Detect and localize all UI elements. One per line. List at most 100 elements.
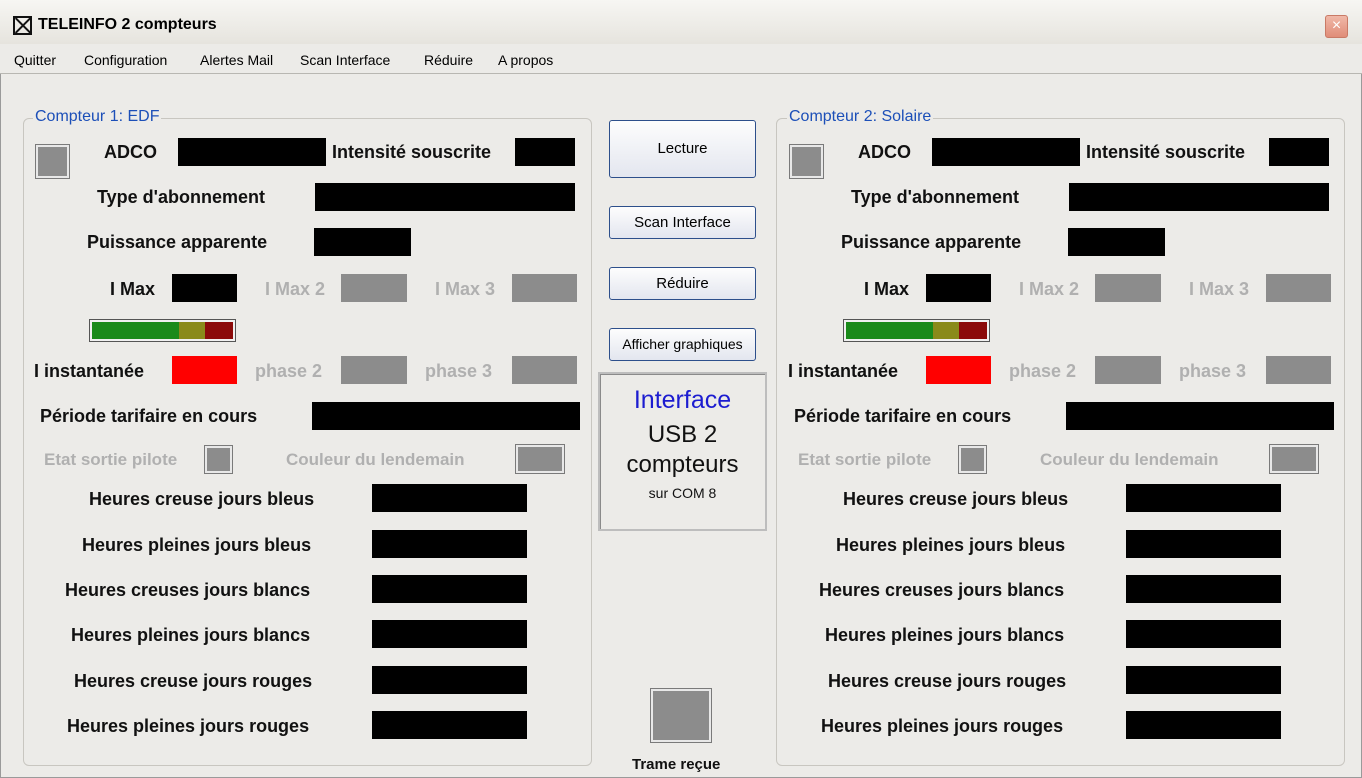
- compteur2-imax-value: [926, 274, 991, 302]
- compteur2-hp-blancs-label: Heures pleines jours blancs: [825, 625, 1065, 645]
- compteur2-hc-bleus-label: Heures creuse jours bleus: [843, 489, 1069, 509]
- compteur2-intensite-value: [1269, 138, 1329, 166]
- compteur2-periode-label: Période tarifaire en cours: [794, 406, 1012, 426]
- compteur2-type-abonnement-label: Type d'abonnement: [851, 187, 1019, 207]
- menu-item-alertes-mail[interactable]: Alertes Mail: [200, 52, 273, 68]
- menu-item-scan-interface[interactable]: Scan Interface: [300, 52, 390, 68]
- scan-interface-button[interactable]: Scan Interface: [609, 206, 756, 239]
- compteur2-etat-sortie-led: [959, 446, 986, 473]
- compteur1-intensite-value: [515, 138, 575, 166]
- afficher-graphiques-button[interactable]: Afficher graphiques: [609, 328, 756, 361]
- compteur1-hp-blancs-label: Heures pleines jours blancs: [71, 625, 311, 645]
- compteur1-puissance-label: Puissance apparente: [87, 232, 268, 252]
- interface-port-label: sur COM 8: [648, 485, 717, 501]
- compteur1-adco-value: [178, 138, 326, 166]
- compteur2-imax3-label: I Max 3: [1189, 279, 1250, 299]
- compteur2-iinst-label: I instantanée: [788, 361, 899, 381]
- compteur2-phase3-value: [1266, 356, 1331, 384]
- compteur1-hc-blancs-value: [372, 575, 527, 603]
- compteur2-imax2-value: [1095, 274, 1161, 302]
- trame-recue-label: Trame reçue: [632, 756, 721, 773]
- compteur1-hp-bleus-value: [372, 530, 527, 558]
- compteur1-level-bar: [89, 319, 236, 342]
- compteur2-hp-blancs-value: [1126, 620, 1281, 648]
- compteur2-adco-value: [932, 138, 1080, 166]
- trame-recue-led: [651, 689, 711, 742]
- compteur1-phase3-label: phase 3: [425, 361, 493, 381]
- compteur1-hc-bleus-value: [372, 484, 527, 512]
- compteur2-couleur-lendemain-label: Couleur du lendemain: [1040, 450, 1219, 469]
- compteur1-type-abonnement-label: Type d'abonnement: [97, 187, 265, 207]
- reduire-button[interactable]: Réduire: [609, 267, 756, 300]
- compteur1-imax2-label: I Max 2: [265, 279, 326, 299]
- compteur2-hc-rouges-value: [1126, 666, 1281, 694]
- compteur1-imax3-label: I Max 3: [435, 279, 496, 299]
- compteur1-hc-rouges-value: [372, 666, 527, 694]
- compteur1-etat-sortie-label: Etat sortie pilote: [44, 450, 178, 469]
- level-bar-green-segment: [92, 322, 179, 339]
- compteur1-hp-blancs-value: [372, 620, 527, 648]
- compteur1-hp-rouges-value: [372, 711, 527, 739]
- compteur2-hc-rouges-label: Heures creuse jours rouges: [828, 671, 1067, 691]
- compteur2-type-abonnement-value: [1069, 183, 1329, 211]
- compteur1-hc-rouges-label: Heures creuse jours rouges: [74, 671, 313, 691]
- compteur1-phase3-value: [512, 356, 577, 384]
- menu-item-reduire[interactable]: Réduire: [424, 52, 473, 68]
- compteur2-periode-value: [1066, 402, 1334, 430]
- compteur1-periode-value: [312, 402, 580, 430]
- compteur1-title: Compteur 1: EDF: [33, 108, 162, 126]
- compteur2-intensite-label: Intensité souscrite: [1086, 142, 1246, 162]
- compteur2-iinst-value: [926, 356, 991, 384]
- compteur1-intensite-label: Intensité souscrite: [332, 142, 492, 162]
- compteur2-hc-blancs-label: Heures creuses jours blancs: [819, 580, 1065, 600]
- menu-item-configuration[interactable]: Configuration: [84, 52, 167, 68]
- compteur1-hc-blancs-label: Heures creuses jours blancs: [65, 580, 311, 600]
- compteur2-hp-rouges-value: [1126, 711, 1281, 739]
- compteur1-phase2-label: phase 2: [255, 361, 323, 381]
- lecture-button[interactable]: Lecture: [609, 120, 756, 178]
- compteur1-periode-label: Période tarifaire en cours: [40, 406, 258, 426]
- compteur2-adco-label: ADCO: [858, 142, 911, 162]
- interface-compteurs-label: compteurs: [626, 451, 739, 478]
- compteur1-adco-label: ADCO: [104, 142, 157, 162]
- compteur1-couleur-lendemain-led: [516, 445, 564, 473]
- window-title: TELEINFO 2 compteurs: [38, 16, 217, 33]
- interface-info-panel: Interface USB 2 compteurs sur COM 8: [598, 372, 767, 531]
- compteur1-type-abonnement-value: [315, 183, 575, 211]
- compteur1-iinst-value: [172, 356, 237, 384]
- compteur1-status-led: [36, 145, 69, 178]
- compteur1-imax2-value: [341, 274, 407, 302]
- compteur2-hp-bleus-value: [1126, 530, 1281, 558]
- compteur1-iinst-label: I instantanée: [34, 361, 145, 381]
- compteur1-hp-bleus-label: Heures pleines jours bleus: [82, 535, 312, 555]
- level-bar-olive-segment: [932, 322, 960, 339]
- compteur2-imax2-label: I Max 2: [1019, 279, 1080, 299]
- compteur1-imax-value: [172, 274, 237, 302]
- compteur1-hc-bleus-label: Heures creuse jours bleus: [89, 489, 315, 509]
- level-bar-green-segment: [846, 322, 933, 339]
- interface-usb-label: USB 2: [647, 421, 718, 448]
- compteur1-couleur-lendemain-label: Couleur du lendemain: [286, 450, 465, 469]
- compteur2-etat-sortie-label: Etat sortie pilote: [798, 450, 932, 469]
- compteur2-level-bar: [843, 319, 990, 342]
- menu-item-quitter[interactable]: Quitter: [14, 52, 56, 68]
- compteur1-phase2-value: [341, 356, 407, 384]
- compteur2-phase3-label: phase 3: [1179, 361, 1247, 381]
- compteur2-puissance-value: [1068, 228, 1165, 256]
- level-bar-red-segment: [959, 322, 987, 339]
- level-bar-olive-segment: [178, 322, 206, 339]
- menu-item-a-propos[interactable]: A propos: [498, 52, 553, 68]
- compteur2-hc-blancs-value: [1126, 575, 1281, 603]
- compteur1-puissance-value: [314, 228, 411, 256]
- compteur2-phase2-label: phase 2: [1009, 361, 1077, 381]
- compteur2-imax-label: I Max: [864, 279, 910, 299]
- compteur2-phase2-value: [1095, 356, 1161, 384]
- compteur1-imax-label: I Max: [110, 279, 156, 299]
- app-icon: [13, 16, 32, 35]
- compteur2-imax3-value: [1266, 274, 1331, 302]
- compteur2-couleur-lendemain-led: [1270, 445, 1318, 473]
- compteur2-hc-bleus-value: [1126, 484, 1281, 512]
- compteur1-etat-sortie-led: [205, 446, 232, 473]
- close-button[interactable]: ×: [1325, 15, 1348, 38]
- level-bar-red-segment: [205, 322, 233, 339]
